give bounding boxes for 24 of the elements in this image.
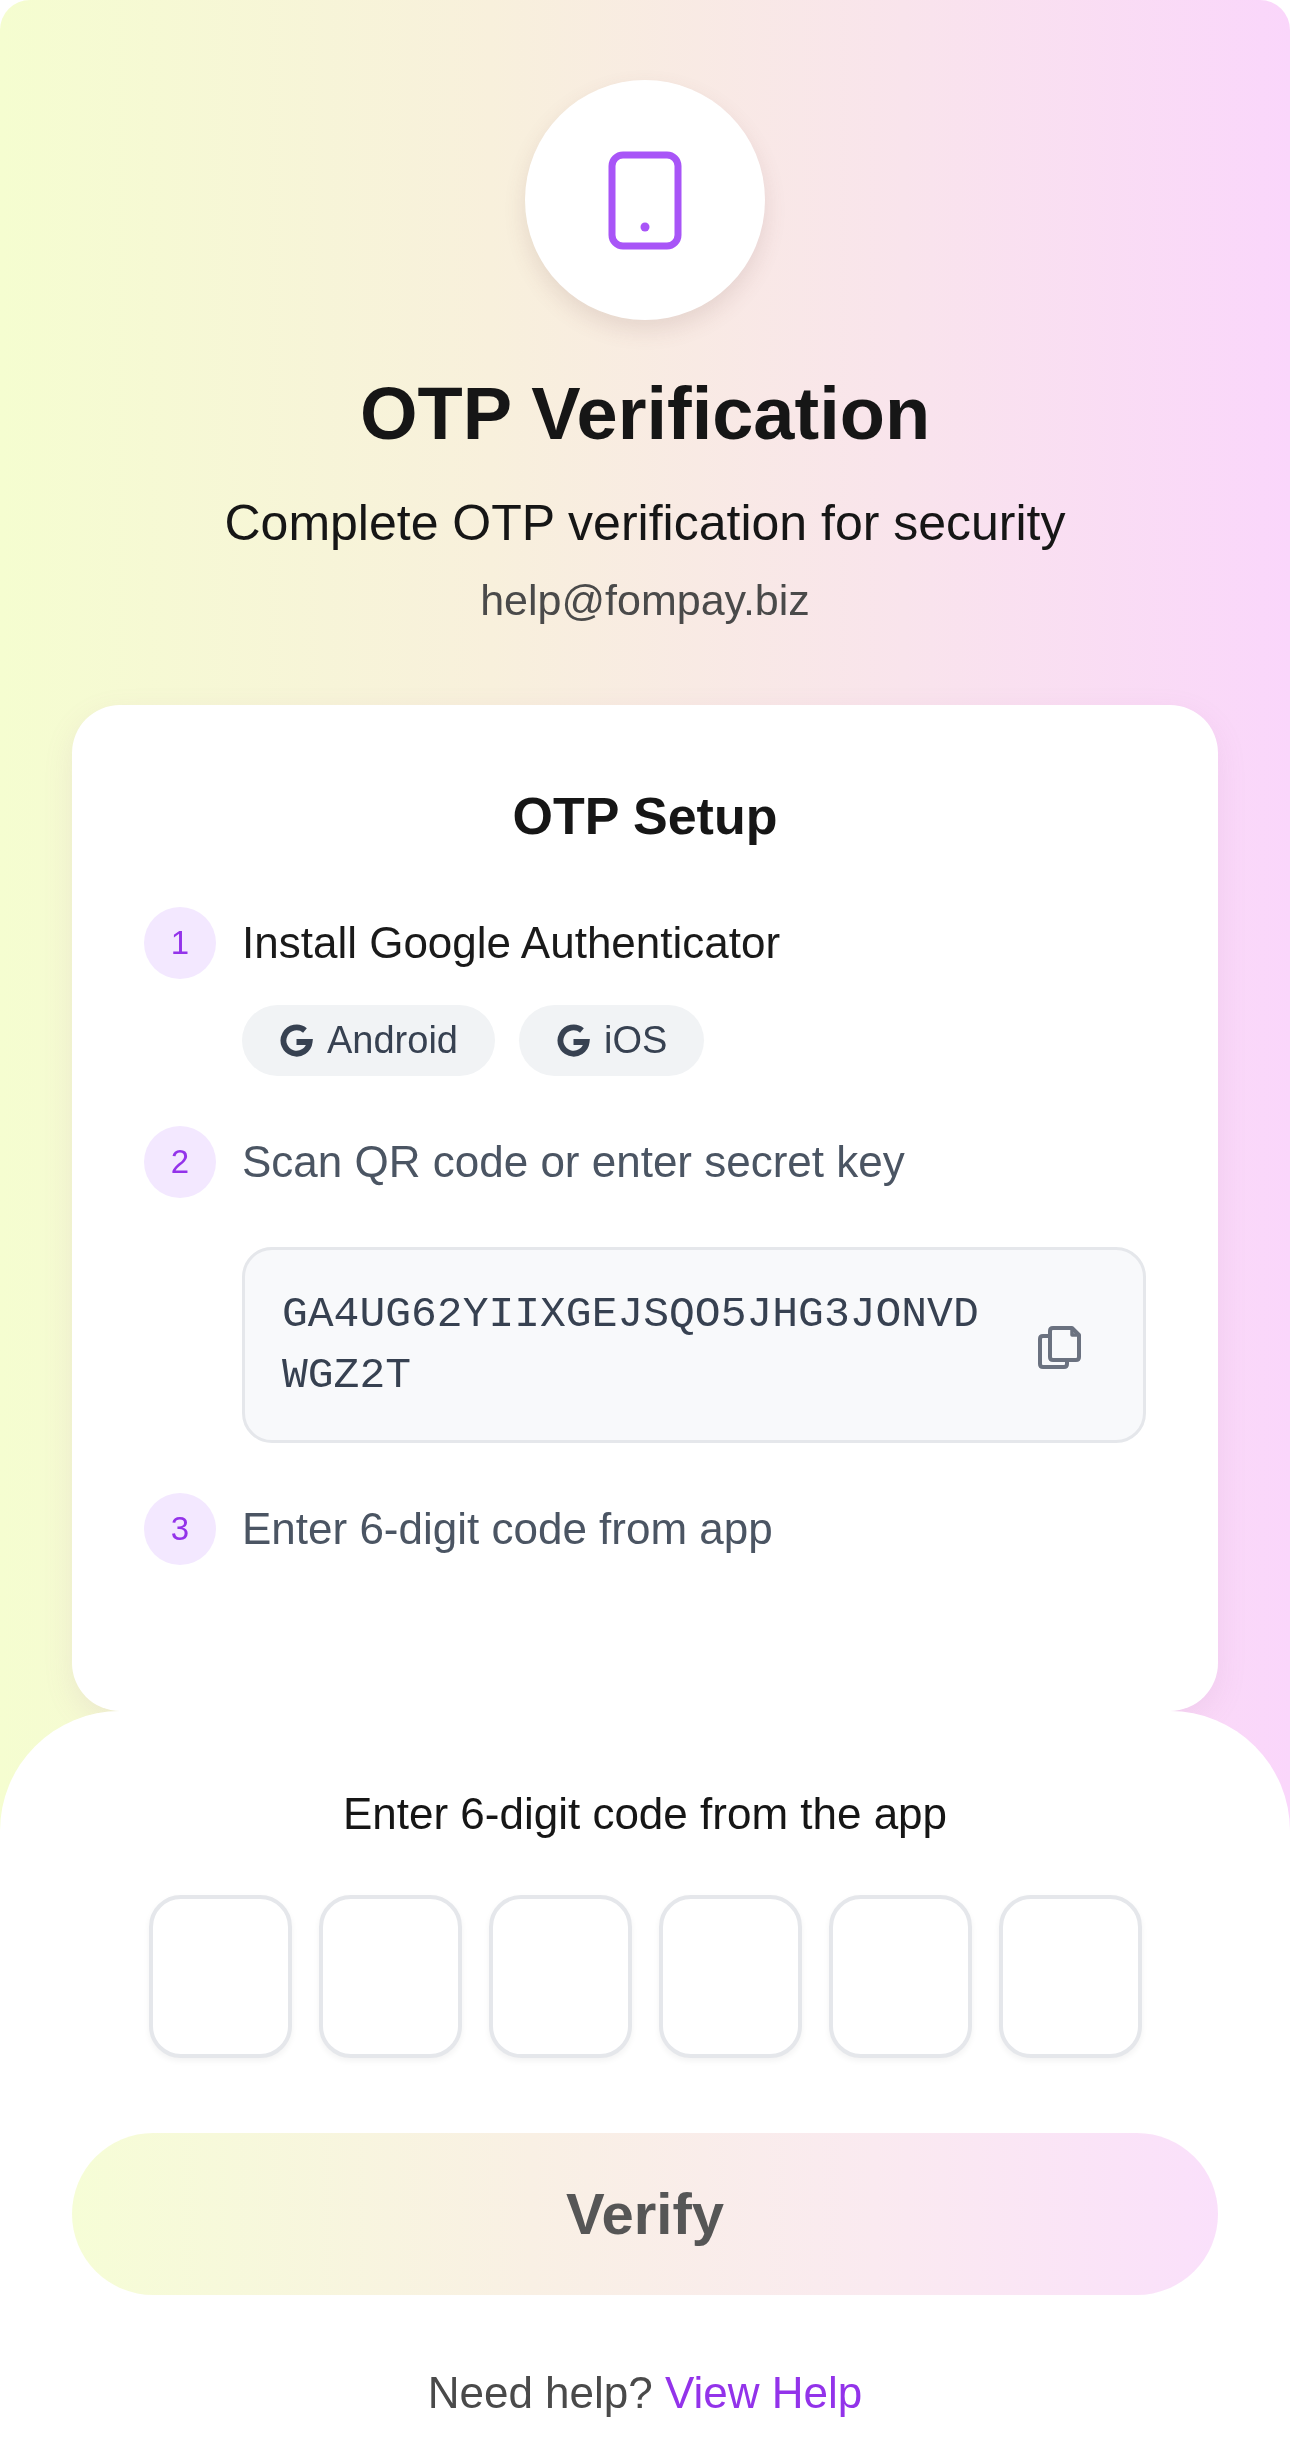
app-store-button[interactable]: iOS bbox=[519, 1005, 705, 1077]
digit-input[interactable] bbox=[488, 1894, 632, 2058]
app-store-button[interactable]: Android bbox=[242, 1005, 495, 1077]
step-text: Scan QR code or enter secret key bbox=[242, 1135, 905, 1188]
view-help-link[interactable]: View Help bbox=[665, 2367, 863, 2417]
help-prompt: Need help? bbox=[427, 2367, 653, 2417]
card-title: OTP Setup bbox=[511, 785, 779, 847]
step-number: 3 bbox=[144, 1493, 216, 1566]
secret-key-text: GA4UG62YIIXGEJSQO5JHG3JONVDWGZ2T bbox=[282, 1289, 980, 1403]
code-label: Enter 6-digit code from the app bbox=[342, 1788, 948, 1841]
step-text: Install Google Authenticator bbox=[242, 916, 781, 969]
digit-input[interactable] bbox=[658, 1894, 802, 2058]
digit-input[interactable] bbox=[828, 1894, 972, 2058]
digit-input[interactable] bbox=[148, 1894, 292, 2058]
digit-input[interactable] bbox=[318, 1894, 462, 2058]
step-number: 1 bbox=[144, 907, 216, 980]
step-number: 2 bbox=[144, 1126, 216, 1199]
step-text: Enter 6-digit code from app bbox=[242, 1502, 773, 1555]
email-text: help@fompay.biz bbox=[480, 574, 810, 626]
g-icon bbox=[279, 1023, 314, 1059]
digit-input[interactable] bbox=[998, 1894, 1142, 2058]
page-title: OTP Verification bbox=[359, 371, 931, 457]
page-subtitle: Complete OTP verification for security bbox=[224, 493, 1066, 553]
g-icon bbox=[556, 1023, 591, 1059]
